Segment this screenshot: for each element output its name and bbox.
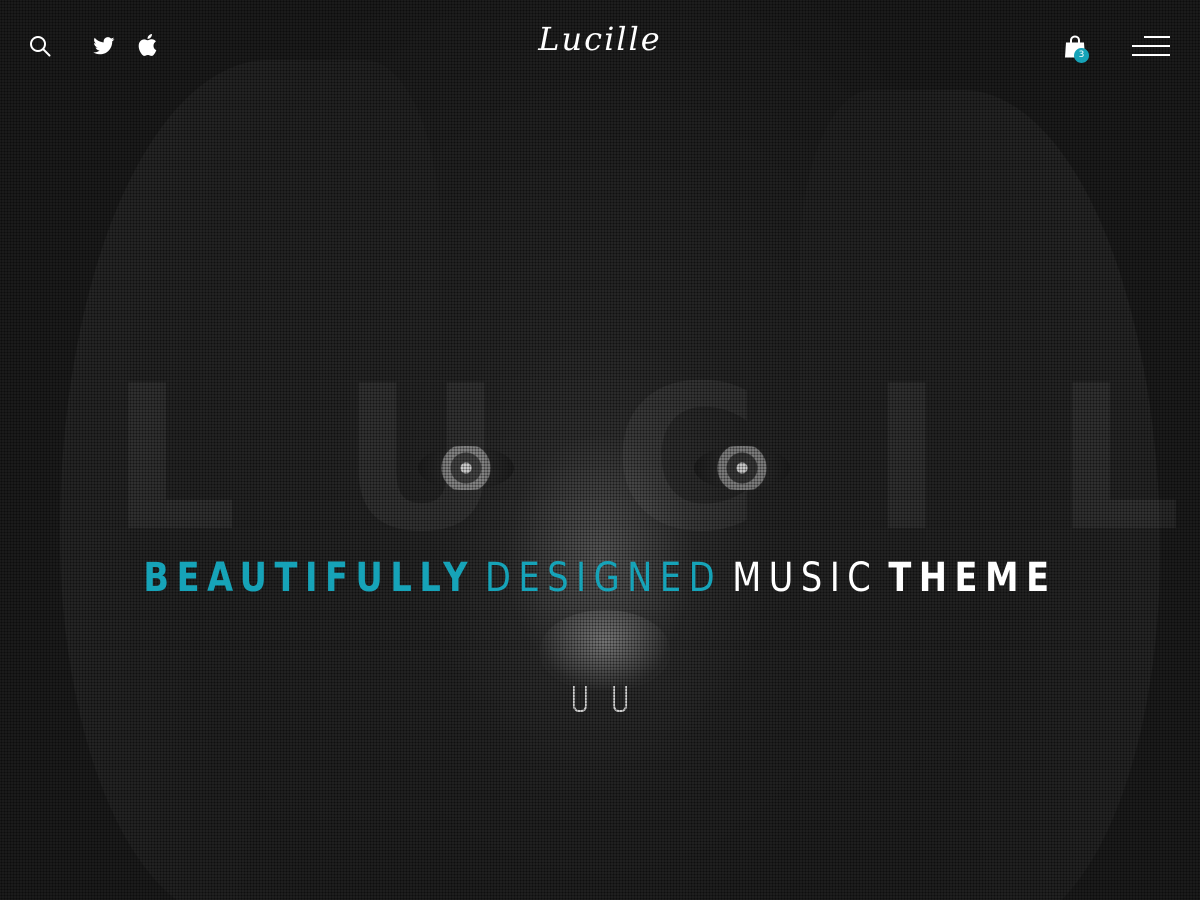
- hamburger-menu-icon: [1132, 36, 1170, 58]
- search-button[interactable]: [28, 34, 52, 58]
- hero-tagline: BEAUTIFULLY DESIGNED MUSIC THEME: [96, 552, 1104, 604]
- hero-section: LUCILLE Lucille 3: [0, 0, 1200, 900]
- tagline-word-theme: THEME: [888, 555, 1057, 601]
- site-header: Lucille 3: [0, 0, 1200, 90]
- tagline-word-music: MUSIC: [732, 555, 879, 601]
- apple-music-link[interactable]: [136, 32, 158, 58]
- search-icon: [30, 36, 51, 57]
- twitter-link[interactable]: [92, 34, 116, 58]
- tagline-word-beautifully: BEAUTIFULLY: [143, 555, 475, 601]
- site-logo[interactable]: Lucille: [500, 20, 700, 58]
- nose-ring-left: [573, 686, 587, 712]
- nose-shape: [540, 610, 670, 690]
- hamburger-menu-button[interactable]: [1132, 36, 1170, 58]
- apple-icon: [138, 34, 157, 56]
- tagline-word-designed: DESIGNED: [485, 555, 723, 601]
- cart-count-badge: 3: [1074, 48, 1089, 63]
- twitter-icon: [93, 37, 115, 55]
- hero-watermark-text: LUCILLE: [110, 343, 1200, 576]
- nose-ring-right: [613, 686, 627, 712]
